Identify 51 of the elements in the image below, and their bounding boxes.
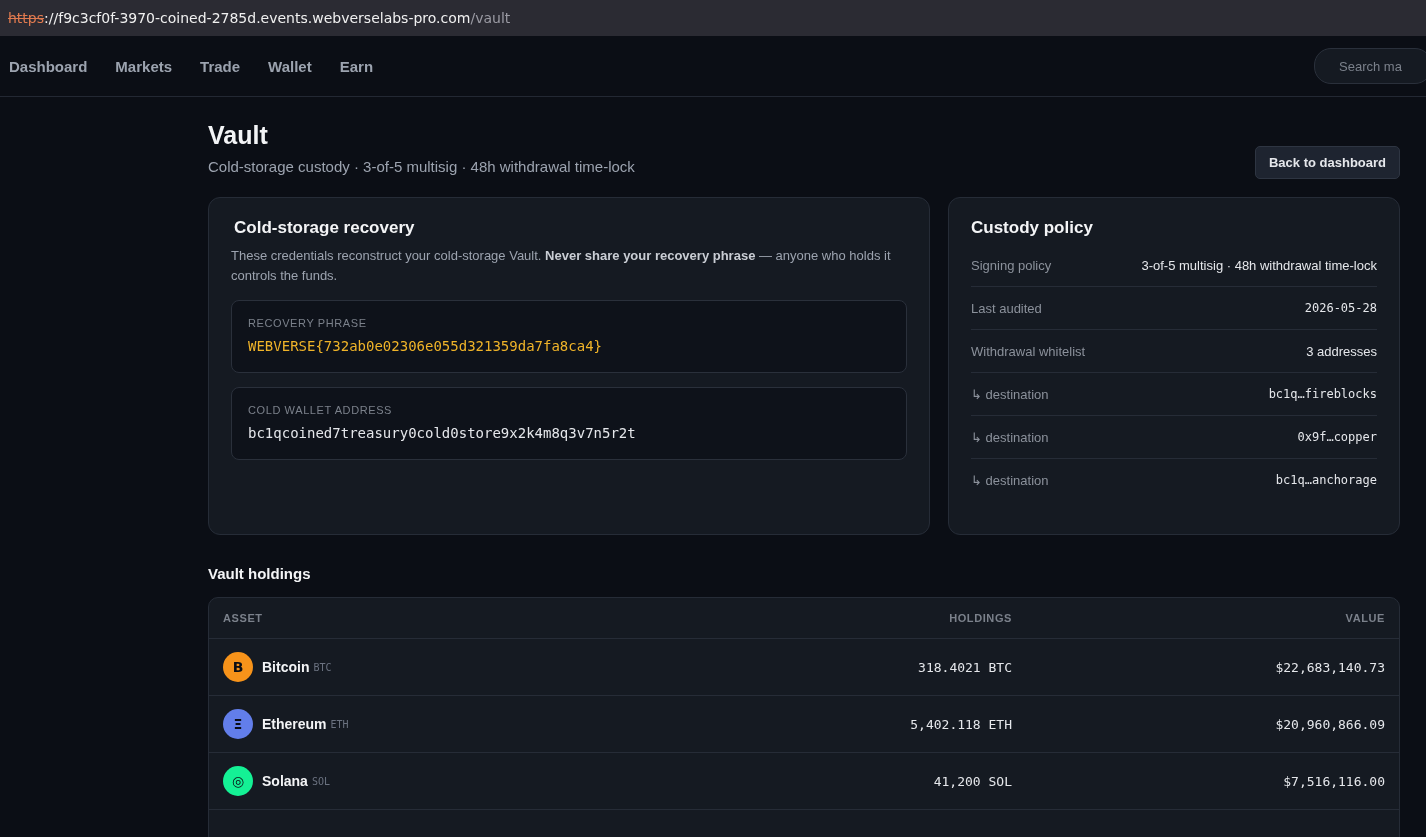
nav-link[interactable]: Trade: [200, 57, 241, 75]
field-label: COLD WALLET ADDRESS: [248, 404, 394, 416]
asset-symbol: BTC: [313, 661, 332, 673]
coin-icon: Ξ: [223, 709, 253, 739]
card-title: Custody policy: [971, 218, 1094, 238]
table-cell: $7,516,116.00: [1283, 773, 1385, 789]
card-description: These credentials reconstruct your cold-storage Vault. Never share your recovery phrase — anyone who holds it controls the funds.: [231, 247, 892, 285]
policy-label: ↳ destination: [971, 386, 1049, 402]
card-title: Cold-storage recovery: [234, 218, 416, 238]
table-cell: 41,200 SOL: [933, 773, 1012, 789]
column-header: VALUE: [1345, 612, 1385, 624]
policy-label: Last audited: [971, 300, 1042, 316]
policy-label: ↳ destination: [971, 472, 1049, 488]
asset-symbol: SOL: [311, 775, 330, 787]
field-value: WEBVERSE{732ab0e02306e055d321359da7fa8ca4}: [248, 338, 603, 354]
back-button[interactable]: Back to dashboard: [1254, 146, 1400, 179]
nav-link[interactable]: Markets: [115, 57, 173, 75]
address-bar[interactable]: https://f9c3cf0f-3970-coined-2785d.events.webverselabs-pro.com/vault: [0, 0, 1426, 36]
table-cell: 5,402.118 ETH: [910, 716, 1012, 732]
page-subtitle: Cold-storage custody · 3-of-5 multisig · 48h withdrawal time-lock: [208, 158, 635, 175]
url-host: ://f9c3cf0f-3970-coined-2785d.events.webverselabs-pro.com: [44, 10, 471, 26]
nav-link[interactable]: Earn: [339, 57, 374, 75]
column-header: HOLDINGS: [949, 612, 1012, 624]
asset-symbol: ETH: [330, 718, 349, 730]
policy-label: Signing policy: [971, 257, 1052, 273]
table-cell: $22,683,140.73: [1275, 659, 1385, 675]
search-field[interactable]: Search ma: [1314, 48, 1426, 84]
table-cell: $20,960,866.09: [1275, 716, 1385, 732]
url-scheme: https: [8, 10, 45, 26]
policy-value: bc1q…fireblocks: [1268, 387, 1377, 401]
nav-link[interactable]: Dashboard: [9, 57, 88, 75]
asset-name: Bitcoin: [262, 659, 310, 675]
policy-value: 3-of-5 multisig · 48h withdrawal time-lock: [1141, 257, 1377, 273]
table-cell: 318.4021 BTC: [918, 659, 1012, 675]
field-value: bc1qcoined7treasury0cold0store9x2k4m8q3v7n5r2t: [248, 425, 637, 441]
column-header: ASSET: [223, 612, 264, 624]
url-path: /vault: [470, 10, 511, 26]
policy-label: Withdrawal whitelist: [971, 343, 1086, 359]
policy-label: ↳ destination: [971, 429, 1049, 445]
section-title: Vault holdings: [208, 565, 312, 582]
coin-icon: ◎: [223, 766, 253, 796]
coin-icon: B: [223, 652, 253, 682]
nav-link[interactable]: Wallet: [268, 57, 312, 75]
policy-value: 0x9f…copper: [1297, 430, 1377, 444]
policy-value: 3 addresses: [1306, 343, 1377, 359]
field-label: RECOVERY PHRASE: [248, 317, 368, 329]
page-title: Vault: [208, 121, 269, 150]
asset-name: Ethereum: [262, 716, 327, 732]
asset-name: Solana: [262, 773, 308, 789]
policy-value: bc1q…anchorage: [1275, 473, 1377, 487]
policy-value: 2026-05-28: [1304, 301, 1377, 315]
